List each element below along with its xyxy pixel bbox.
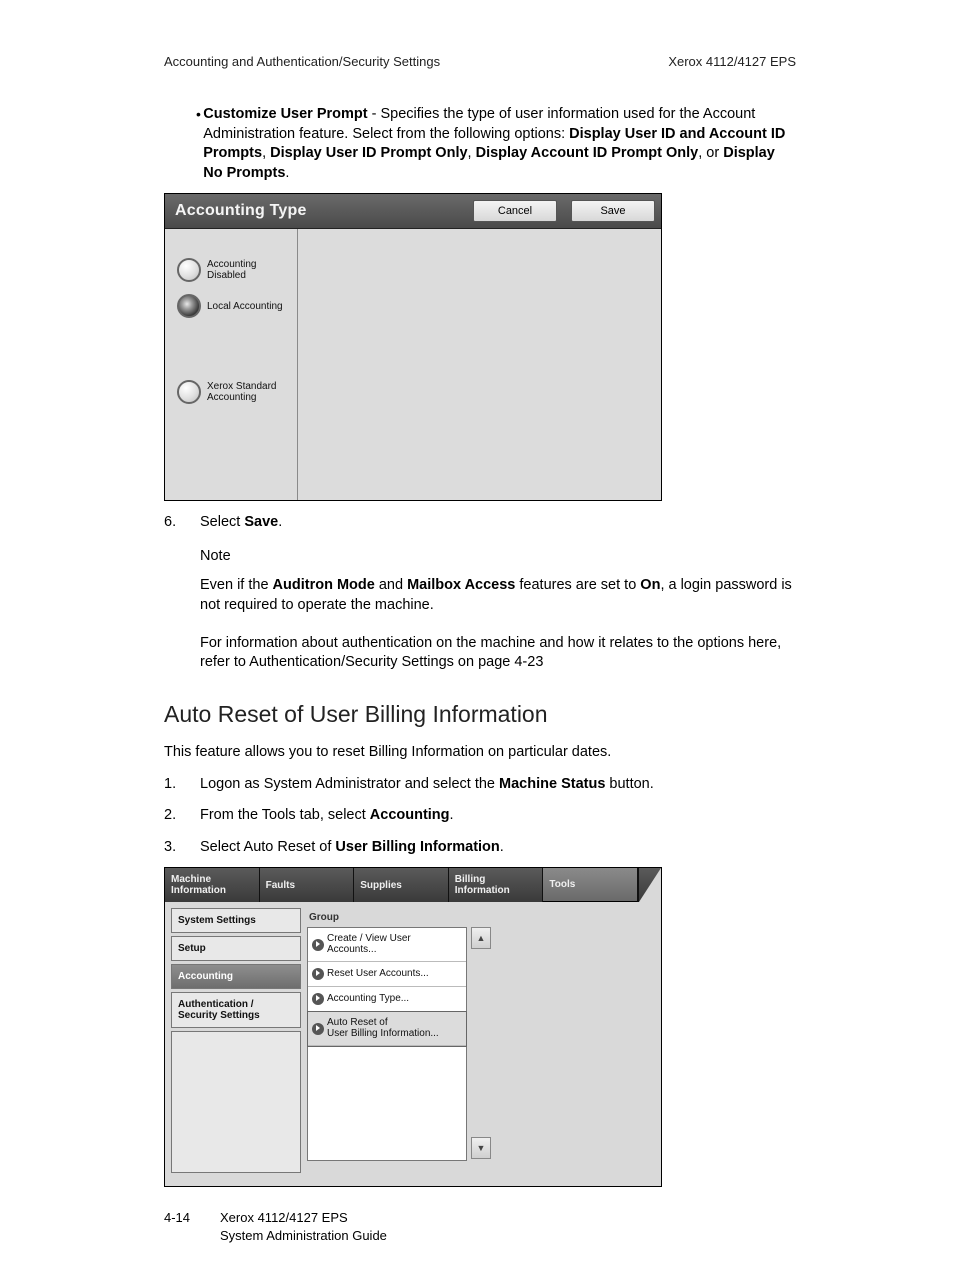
tab-supplies[interactable]: Supplies	[354, 868, 449, 902]
step-text: Logon as System Administrator and select…	[200, 775, 796, 795]
scroll-up-button[interactable]: ▲	[471, 927, 491, 949]
scroll-down-button[interactable]: ▼	[471, 1137, 491, 1159]
tab-billing-information[interactable]: BillingInformation	[449, 868, 544, 902]
step-number: 6.	[164, 513, 200, 533]
footer-text: Xerox 4112/4127 EPS System Administratio…	[220, 1209, 387, 1244]
step-text: From the Tools tab, select Accounting.	[200, 806, 796, 826]
page-number: 4-14	[164, 1209, 220, 1244]
sidebar-item-setup[interactable]: Setup	[171, 936, 301, 961]
save-button[interactable]: Save	[571, 200, 655, 222]
group-label: Group	[307, 908, 655, 927]
dialog-title: Accounting Type	[171, 202, 459, 220]
step-text: Select Auto Reset of User Billing Inform…	[200, 838, 796, 858]
tab-machine-information[interactable]: MachineInformation	[165, 868, 260, 902]
sidebar-item-accounting[interactable]: Accounting	[171, 964, 301, 989]
tools-accounting-panel: MachineInformationFaultsSuppliesBillingI…	[164, 867, 662, 1187]
step-number: 2.	[164, 806, 200, 826]
section-heading: Auto Reset of User Billing Information	[164, 701, 796, 728]
chevron-icon	[312, 968, 324, 980]
list-item[interactable]: Auto Reset ofUser Billing Information...	[308, 1012, 466, 1046]
sidebar-spacer	[171, 1031, 301, 1173]
radio-icon	[177, 294, 201, 318]
header-right: Xerox 4112/4127 EPS	[668, 54, 796, 69]
chevron-icon	[312, 993, 324, 1005]
sidebar-item-system-settings[interactable]: System Settings	[171, 908, 301, 933]
chevron-icon	[312, 939, 324, 951]
header-left: Accounting and Authentication/Security S…	[164, 54, 440, 69]
note-paragraph: Even if the Auditron Mode and Mailbox Ac…	[200, 576, 796, 615]
bullet-text: Customize User Prompt - Specifies the ty…	[203, 105, 796, 183]
radio-accounting-disabled[interactable]: Accounting Disabled	[165, 255, 297, 285]
radio-icon	[177, 380, 201, 404]
bullet-icon: •	[196, 105, 203, 183]
step-number: 1.	[164, 775, 200, 795]
radio-icon	[177, 258, 201, 282]
cancel-button[interactable]: Cancel	[473, 200, 557, 222]
note-paragraph: For information about authentication on …	[200, 634, 796, 673]
radio-local-accounting[interactable]: Local Accounting	[165, 291, 297, 321]
tab-tools[interactable]: Tools	[543, 868, 638, 902]
tab-faults[interactable]: Faults	[260, 868, 355, 902]
page-header: Accounting and Authentication/Security S…	[164, 54, 796, 69]
step-number: 3.	[164, 838, 200, 858]
accounting-type-dialog: Accounting Type Cancel Save Accounting D…	[164, 193, 662, 501]
note-heading: Note	[200, 547, 796, 567]
list-item[interactable]: Create / View User Accounts...	[308, 928, 466, 962]
sidebar-item-authentication-security-settings[interactable]: Authentication /Security Settings	[171, 992, 301, 1028]
step-text: Select Save.	[200, 513, 796, 533]
intro-text: This feature allows you to reset Billing…	[164, 742, 796, 763]
radio-xerox-standard-accounting[interactable]: Xerox Standard Accounting	[165, 377, 297, 407]
list-item[interactable]: Reset User Accounts...	[308, 962, 466, 987]
list-item[interactable]: Accounting Type...	[308, 987, 466, 1012]
chevron-icon	[312, 1023, 324, 1035]
